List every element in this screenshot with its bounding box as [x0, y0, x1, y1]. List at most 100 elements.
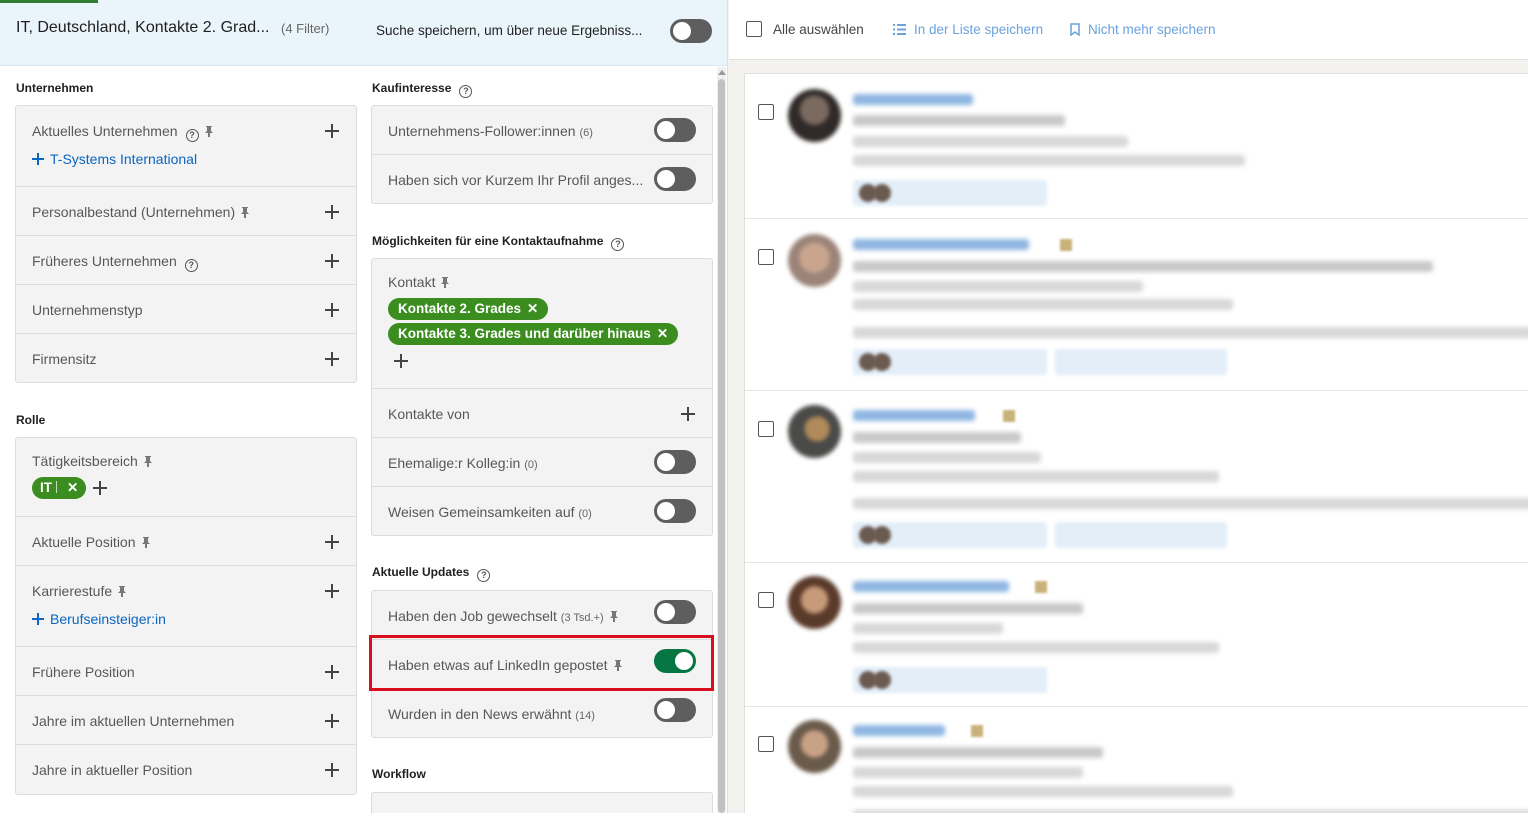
add-filter-button[interactable]	[324, 253, 340, 269]
save-to-list-button[interactable]: In der Liste speichern	[914, 22, 1043, 37]
unsave-button[interactable]: Nicht mehr speichern	[1088, 22, 1216, 37]
kontakt-filter-group: Kontakt Kontakte 2. Grades ✕ Kontakte 3. …	[371, 258, 713, 536]
select-all-label[interactable]: Alle auswählen	[773, 22, 864, 37]
filter-row-frueheres-unternehmen[interactable]: Früheres Unternehmen?	[16, 236, 356, 285]
news-mentioned-toggle[interactable]	[654, 698, 696, 722]
help-icon[interactable]: ?	[477, 569, 491, 582]
scroll-thumb[interactable]	[718, 79, 725, 813]
filter-label: Personalbestand (Unternehmen)	[32, 204, 250, 220]
selected-company-value[interactable]: T-Systems International	[32, 151, 197, 167]
filter-row-unternehmenstyp[interactable]: Unternehmenstyp	[16, 285, 356, 334]
pin-icon[interactable]	[143, 456, 152, 467]
scroll-up-arrow-icon[interactable]	[718, 70, 726, 75]
selected-chip-it[interactable]: IT ✕	[32, 477, 87, 499]
filter-label: Früheres Unternehmen?	[32, 253, 198, 272]
filter-row-firmensitz[interactable]: Firmensitz	[16, 334, 356, 383]
add-filter-button[interactable]	[324, 713, 340, 729]
result-name[interactable]	[853, 410, 975, 421]
pin-icon[interactable]	[241, 207, 250, 218]
pin-icon[interactable]	[609, 611, 618, 622]
add-chip-button[interactable]	[93, 481, 107, 495]
filter-row-follower[interactable]: Unternehmens-Follower:innen (6)	[372, 106, 712, 155]
filter-row-jahre-unternehmen[interactable]: Jahre im aktuellen Unternehmen	[16, 696, 356, 745]
result-location	[853, 623, 1003, 634]
filter-row-karrierestufe[interactable]: Karrierestufe Berufseinsteiger:in	[16, 566, 356, 647]
avatar[interactable]	[788, 234, 841, 287]
filter-row-kontakt[interactable]: Kontakt Kontakte 2. Grades ✕ Kontakte 3. …	[372, 259, 712, 389]
result-name[interactable]	[853, 581, 1009, 592]
selected-chip-2nd-degree[interactable]: Kontakte 2. Grades ✕	[388, 298, 549, 320]
result-item[interactable]	[745, 707, 1528, 813]
save-search-toggle[interactable]	[670, 19, 712, 43]
selected-career-value[interactable]: Berufseinsteiger:in	[32, 611, 166, 627]
filter-row-aktuelle-position[interactable]: Aktuelle Position	[16, 517, 356, 566]
avatar[interactable]	[788, 576, 841, 629]
result-name[interactable]	[853, 94, 973, 105]
pin-icon[interactable]	[441, 277, 450, 288]
result-item[interactable]	[745, 219, 1528, 391]
filter-label: Haben sich vor Kurzem Ihr Profil anges..…	[388, 172, 644, 188]
result-item[interactable]	[745, 563, 1528, 707]
filter-row-kontakte-von[interactable]: Kontakte von	[372, 389, 712, 438]
remove-icon[interactable]: ✕	[67, 480, 78, 495]
result-checkbox[interactable]	[758, 249, 774, 265]
avatar[interactable]	[788, 720, 841, 773]
filter-label: Karrierestufe	[32, 583, 127, 599]
result-checkbox[interactable]	[758, 736, 774, 752]
job-changed-toggle[interactable]	[654, 600, 696, 624]
help-icon[interactable]: ?	[611, 238, 625, 251]
select-all-checkbox[interactable]	[746, 21, 762, 37]
filter-row-job-gewechselt[interactable]: Haben den Job gewechselt (3 Tsd.+)	[372, 591, 712, 640]
filter-scrollbar[interactable]	[717, 67, 726, 813]
help-icon[interactable]: ?	[185, 129, 199, 142]
add-filter-button[interactable]	[324, 534, 340, 550]
add-filter-button[interactable]	[324, 762, 340, 778]
gemeinsamkeiten-toggle[interactable]	[654, 499, 696, 523]
pin-icon[interactable]	[118, 586, 127, 597]
filter-panel: IT, Deutschland, Kontakte 2. Grad... (4 …	[0, 0, 728, 813]
remove-icon[interactable]: ✕	[657, 326, 668, 341]
add-filter-button[interactable]	[324, 302, 340, 318]
filter-row-gemeinsamkeiten[interactable]: Weisen Gemeinsamkeiten auf (0)	[372, 487, 712, 536]
filter-row-personalbestand[interactable]: Personalbestand (Unternehmen)	[16, 187, 356, 236]
filter-row-aktuelles-unternehmen[interactable]: Aktuelles Unternehmen? T-Systems Interna…	[16, 106, 356, 187]
result-item[interactable]	[745, 391, 1528, 563]
follower-toggle[interactable]	[654, 118, 696, 142]
filter-row-fruehere-position[interactable]: Frühere Position	[16, 647, 356, 696]
add-filter-button[interactable]	[680, 406, 696, 422]
remove-icon[interactable]: ✕	[527, 301, 538, 316]
filter-label: Firmensitz	[32, 351, 97, 367]
result-meta	[853, 299, 1233, 310]
search-title: IT, Deutschland, Kontakte 2. Grad...	[16, 19, 270, 36]
section-label-updates: Aktuelle Updates?	[372, 565, 491, 582]
add-filter-button[interactable]	[324, 123, 340, 139]
add-chip-button[interactable]	[394, 354, 408, 368]
workflow-filter-group[interactable]	[371, 792, 713, 813]
filter-row-profil-angesehen[interactable]: Haben sich vor Kurzem Ihr Profil anges..…	[372, 155, 712, 204]
help-icon[interactable]: ?	[184, 259, 198, 272]
pin-icon[interactable]	[141, 537, 150, 548]
help-icon[interactable]: ?	[459, 85, 473, 98]
result-name[interactable]	[853, 239, 1029, 250]
result-item[interactable]	[745, 74, 1528, 219]
selected-chip-3rd-degree[interactable]: Kontakte 3. Grades und darüber hinaus ✕	[388, 323, 679, 345]
result-checkbox[interactable]	[758, 104, 774, 120]
result-checkbox[interactable]	[758, 592, 774, 608]
filter-row-jahre-position[interactable]: Jahre in aktueller Position	[16, 745, 356, 795]
avatar[interactable]	[788, 405, 841, 458]
profil-viewed-toggle[interactable]	[654, 167, 696, 191]
add-filter-button[interactable]	[324, 583, 340, 599]
result-name[interactable]	[853, 725, 945, 736]
add-filter-button[interactable]	[324, 204, 340, 220]
filter-row-taetigkeitsbereich[interactable]: Tätigkeitsbereich IT ✕	[16, 438, 356, 517]
add-filter-button[interactable]	[324, 664, 340, 680]
ehemalige-toggle[interactable]	[654, 450, 696, 474]
filter-row-ehemalige-kollegen[interactable]: Ehemalige:r Kolleg:in (0)	[372, 438, 712, 487]
filter-row-news[interactable]: Wurden in den News erwähnt (14)	[372, 689, 712, 738]
avatar[interactable]	[788, 89, 841, 142]
current-employees-pill[interactable]	[1055, 522, 1227, 548]
add-filter-button[interactable]	[324, 351, 340, 367]
pin-icon[interactable]	[204, 126, 213, 137]
current-employees-pill[interactable]	[1055, 349, 1227, 375]
result-checkbox[interactable]	[758, 421, 774, 437]
